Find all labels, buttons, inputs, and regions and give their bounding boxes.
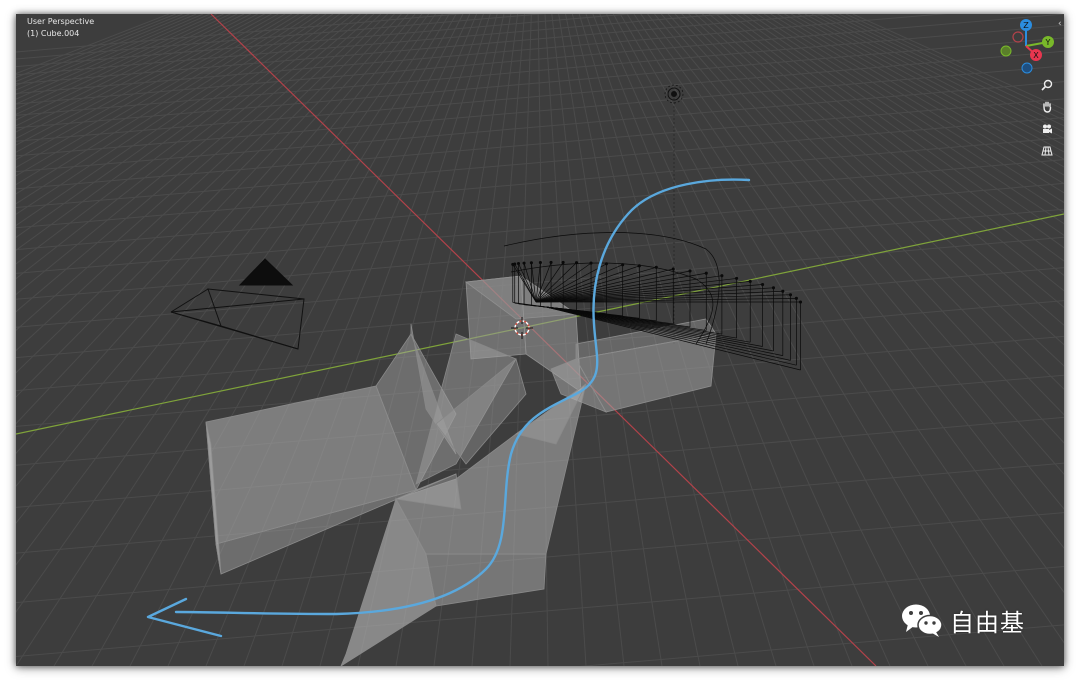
fan-vertex [529,261,533,265]
watermark-text: 自由基 [950,608,1025,637]
gizmo-x[interactable]: X [1030,49,1042,61]
fan-vertex [704,271,708,275]
fan-vertex [761,282,765,287]
grid-line [16,182,1064,274]
zoom-button[interactable] [1038,76,1056,94]
grid-icon [1041,146,1053,156]
grid-line [674,14,1064,416]
gizmo-neg-y[interactable] [1000,45,1012,57]
fan-vertex [781,289,785,293]
fan-vertex [516,261,521,266]
grid-line [16,14,341,251]
light-object [664,84,684,104]
fan-vertex [513,262,517,266]
grid-line [16,14,409,454]
watermark: 自由基 [900,602,1025,638]
camera-icon [1043,124,1052,134]
zoom-icon [1041,79,1053,91]
perspective-toggle-button[interactable] [1038,142,1056,160]
fan-vertex [549,260,553,264]
fan-vertex [798,300,803,304]
grid-line [16,14,347,265]
grid-line [736,14,1064,249]
gizmo-y[interactable]: Y [1042,36,1054,48]
fan-vertex [794,296,798,300]
navigation-gizmo[interactable]: Z Y X [996,16,1056,80]
grid-line [16,14,176,78]
grid-line [16,159,1064,251]
view-mode-label: User Perspective [27,17,95,26]
fan-vertex [788,293,793,297]
grid-line [16,14,183,82]
grid-line [16,208,1064,300]
hand-icon [1043,101,1052,113]
fan-vertex [538,260,542,265]
fan-vertex [771,286,776,290]
grid-line [701,14,1064,326]
svg-text:Y: Y [1045,38,1051,47]
fan-vertex [748,279,752,283]
fan-vertex [522,261,526,265]
grid-line [16,14,197,91]
fan-vertex [561,260,565,264]
gizmo-neg-z[interactable] [1021,62,1033,74]
camera-view-button[interactable] [1038,120,1056,138]
fan-vertex [671,267,675,271]
fan-vertex [688,269,692,273]
grid-line [832,14,1064,127]
svg-text:Z: Z [1023,21,1029,30]
sidebar-toggle-icon[interactable]: ‹ [1058,18,1064,30]
active-object-label: (1) Cube.004 [27,29,80,38]
fan-vertex [735,276,739,280]
grid-line [743,14,1064,236]
grid-line [16,14,368,313]
gizmo-neg-x[interactable] [1012,31,1024,43]
viewport-3d[interactable]: User Perspective (1) Cube.004 Z Y X ‹ [16,14,1064,666]
grid-line [16,14,252,133]
fan-vertex [720,274,724,278]
grid-line [16,14,169,75]
pan-button[interactable] [1038,98,1056,116]
scene-canvas[interactable] [16,14,1064,666]
svg-text:X: X [1033,51,1039,60]
gizmo-z[interactable]: Z [1020,19,1032,31]
wechat-icon [902,604,943,637]
